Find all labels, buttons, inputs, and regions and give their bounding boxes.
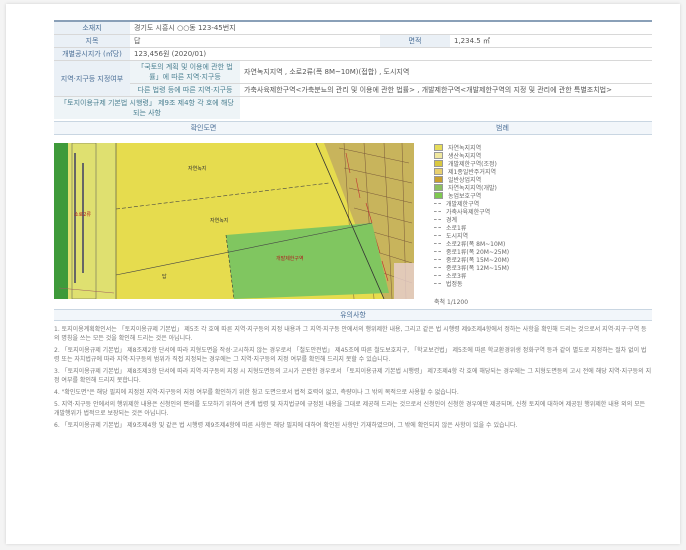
- confirmation-map: 자연녹지 자연녹지 개발제한구역 소로2류 답: [54, 142, 414, 300]
- land-use-certificate: 소재지 경기도 시흥시 ○○동 123-45번지 지목 답 면적 1,234.5…: [54, 20, 652, 433]
- legend-swatch: [434, 175, 443, 183]
- zoning-sub2-label: 다른 법령 등에 따른 지역·지구등: [130, 83, 240, 97]
- legend-swatch: [434, 226, 441, 228]
- notes-header: 유의사항: [54, 309, 652, 321]
- legend-swatch: [434, 202, 441, 204]
- note-paragraph: 3. 「토지이용규제 기본법」 제8조제3항 단서에 따라 지역·지구등의 지정…: [54, 368, 652, 384]
- zoning-sub1-label: 「국토의 계획 및 이용에 관한 법률」에 따른 지역·지구등: [130, 60, 240, 84]
- area-value: 1,234.5 ㎡: [450, 34, 652, 48]
- zoning-row-2: 다른 법령 등에 따른 지역·지구등 가축사육제한구역<가축분뇨의 관리 및 이…: [54, 83, 652, 97]
- legend-swatch: [434, 282, 441, 284]
- address-label: 소재지: [54, 20, 130, 35]
- legend-swatch: [434, 143, 443, 151]
- legend-item: 경계: [434, 215, 652, 224]
- legend-swatch: [434, 250, 441, 252]
- extra-row: 「토지이용규제 기본법 시행령」 제9조 제4항 각 호에 해당되는 사항: [54, 96, 652, 119]
- legend-swatch: [434, 210, 441, 212]
- legend-swatch: [434, 266, 441, 268]
- zoning-row-1: 지역·지구등 지정여부 「국토의 계획 및 이용에 관한 법률」에 따른 지역·…: [54, 60, 652, 97]
- map-label-top: 자연녹지: [188, 166, 207, 172]
- legend-label: 법정동: [446, 280, 463, 288]
- legend-swatch: [434, 191, 443, 199]
- map-label-green: 개발제한구역: [276, 256, 304, 262]
- zoning-label: 지역·지구등 지정여부: [54, 60, 130, 97]
- note-paragraph: 2. 「토지이용규제 기본법」 제8조제2항 단서에 따라 지형도면을 작성·고…: [54, 347, 647, 363]
- land-price-row: 개별공시지가 (㎡당) 123,456원 (2020/01): [54, 47, 652, 61]
- note-paragraph: 1. 토지이용계획확인서는 「토지이용규제 기본법」 제5조 각 호에 따른 지…: [54, 326, 647, 342]
- legend-swatch: [434, 242, 441, 244]
- legend-item: 가축사육제한구역: [434, 207, 652, 216]
- map-section-header: 확인도면 범례: [54, 121, 652, 135]
- map-scale: 축척 1/1200: [434, 299, 469, 306]
- legend-item: 중로3류(폭 12M~15M): [434, 263, 652, 272]
- legend-item: 법정동: [434, 279, 652, 288]
- notes-body: 1. 토지이용계획확인서는 「토지이용규제 기본법」 제5조 각 호에 따른 지…: [54, 325, 652, 430]
- land-price-value: 123,456원 (2020/01): [130, 47, 652, 61]
- area-label: 면적: [380, 34, 450, 48]
- document-page: 소재지 경기도 시흥시 ○○동 123-45번지 지목 답 면적 1,234.5…: [6, 4, 680, 544]
- map-legend: 자연녹지지역 생산녹지지역 개발제한구역(조정) 제1종일반주거지역 일반상업지역 자연녹…: [414, 143, 652, 306]
- note-paragraph: 6. 「토지이용규제 기본법」 제9조제4항 및 같은 법 시행령 제9조제4항…: [54, 422, 518, 429]
- zoning-map-svg: [54, 142, 414, 300]
- map-label-left: 소로2류: [74, 212, 91, 218]
- legend-swatch: [434, 218, 441, 220]
- extra-label: 「토지이용규제 기본법 시행령」 제9조 제4항 각 호에 해당되는 사항: [54, 96, 240, 119]
- legend-swatch: [434, 258, 441, 260]
- note-paragraph: 5. 지역·지구등 안에서의 행위제한 내용은 신청인의 편의를 도모하기 위하…: [54, 401, 646, 417]
- legend-swatch: [434, 183, 443, 191]
- extra-value: [240, 96, 652, 119]
- legend-swatch: [434, 167, 443, 175]
- land-category-value: 답: [130, 34, 380, 48]
- map-label-bottom: 답: [162, 274, 167, 280]
- land-category-label: 지목: [54, 34, 130, 48]
- zoning-sub2-value: 가축사육제한구역<가축분뇨의 관리 및 이용에 관한 법률> , 개발제한구역<…: [240, 83, 652, 97]
- note-paragraph: 4. "확인도면"은 해당 필지에 지정된 지역·지구등의 지정 여부를 확인하…: [54, 389, 459, 396]
- legend-swatch: [434, 151, 443, 159]
- info-table: 소재지 경기도 시흥시 ○○동 123-45번지 지목 답 면적 1,234.5…: [54, 20, 652, 119]
- legend-item: 소로3류: [434, 271, 652, 280]
- zoning-sub1-value: 자연녹지지역 , 소로2류(폭 8M~10M)(접합) , 도시지역: [240, 60, 652, 84]
- address-row: 소재지 경기도 시흥시 ○○동 123-45번지: [54, 20, 652, 35]
- map-label-center: 자연녹지: [210, 218, 229, 224]
- land-category-row: 지목 답 면적 1,234.5 ㎡: [54, 34, 652, 48]
- legend-swatch: [434, 159, 443, 167]
- address-value: 경기도 시흥시 ○○동 123-45번지: [130, 20, 652, 35]
- legend-section-title: 범례: [496, 124, 509, 132]
- legend-swatch: [434, 234, 441, 236]
- legend-swatch: [434, 274, 441, 276]
- land-price-label: 개별공시지가 (㎡당): [54, 47, 130, 61]
- map-section-title: 확인도면: [190, 124, 217, 132]
